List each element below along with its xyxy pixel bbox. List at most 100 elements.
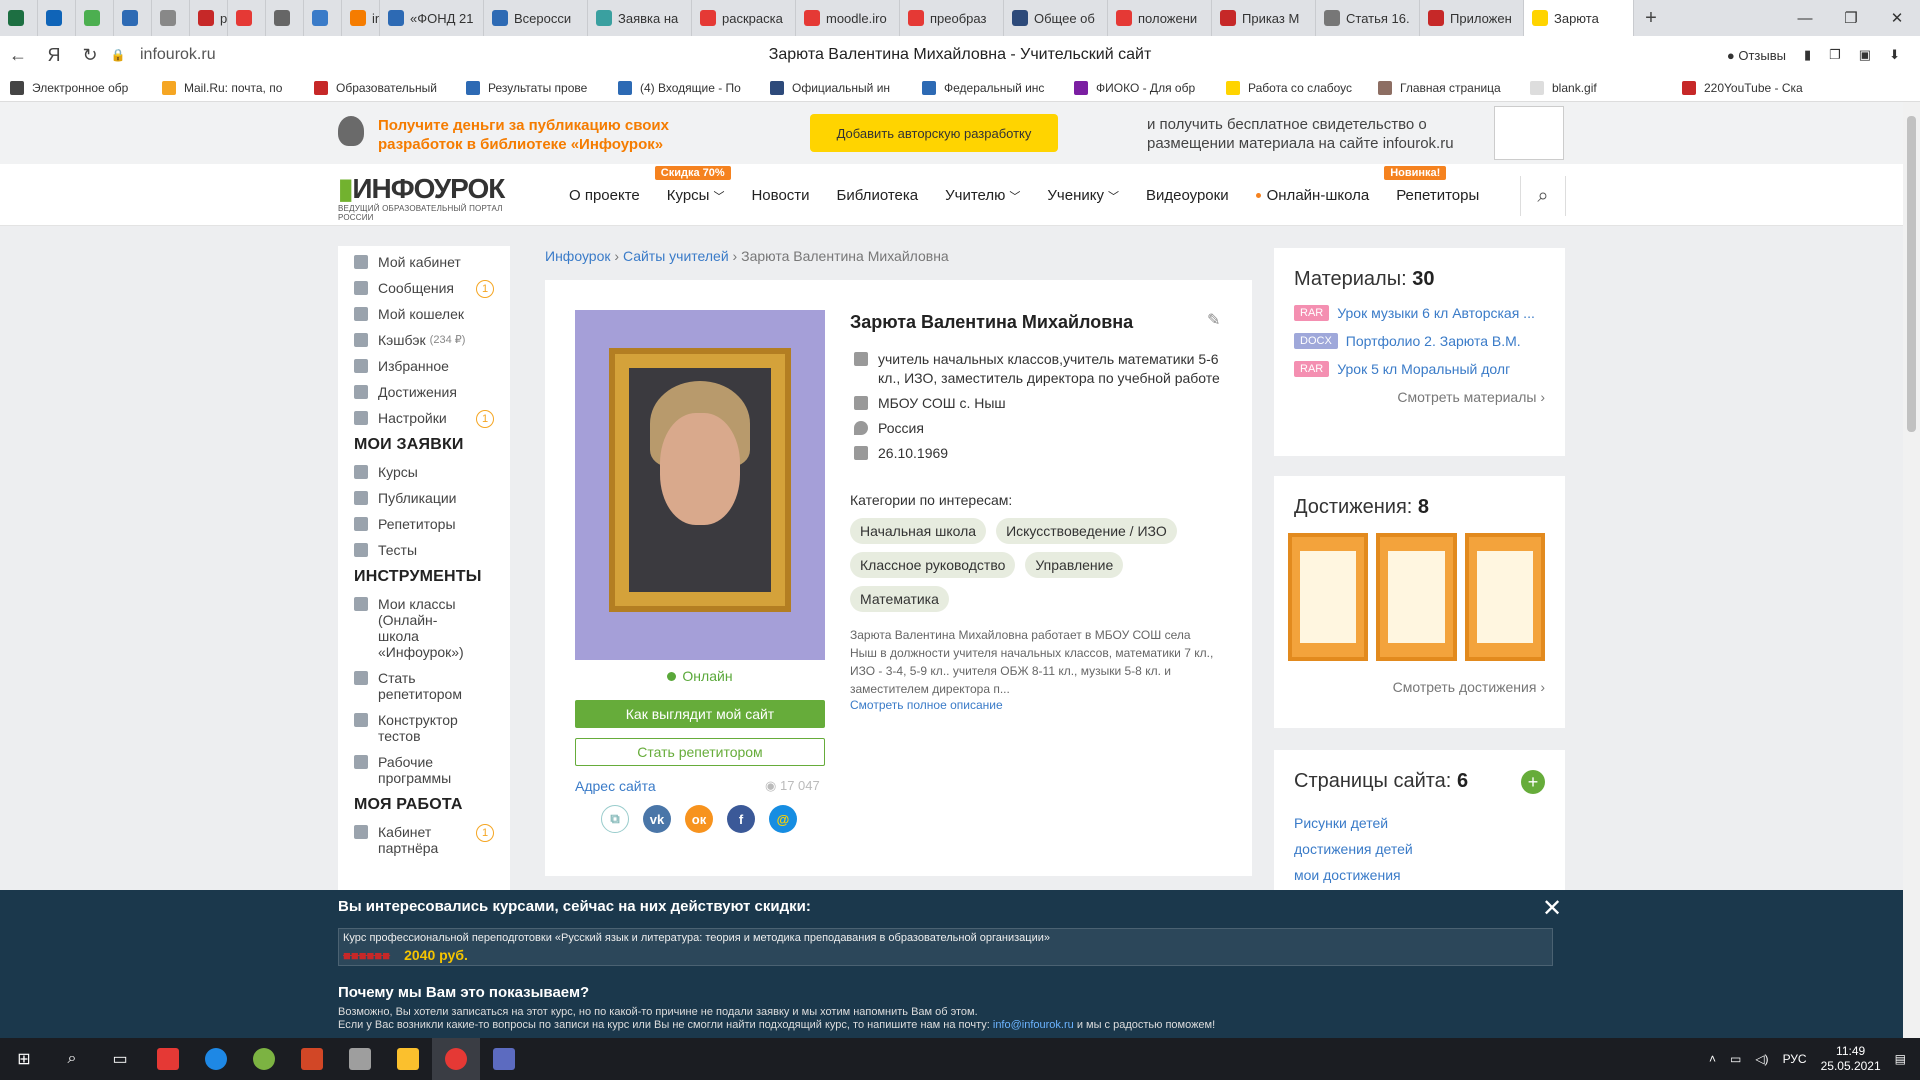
bookmark-item[interactable]: ФИОКО - Для обр	[1074, 80, 1226, 95]
view-achievements-link[interactable]: Смотреть достижения ›	[1294, 679, 1545, 695]
start-icon[interactable]: ⊞	[0, 1038, 48, 1080]
sidebar-item[interactable]: Репетиторы	[354, 516, 510, 532]
edge-icon[interactable]	[192, 1038, 240, 1080]
browser-tab[interactable]: Общее об	[1004, 0, 1108, 36]
task-view-icon[interactable]: ▭	[96, 1038, 144, 1080]
browser-tab[interactable]	[38, 0, 76, 36]
browser-tab[interactable]	[304, 0, 342, 36]
language-indicator[interactable]: РУС	[1783, 1052, 1807, 1066]
facebook-icon[interactable]: f	[727, 805, 755, 833]
browser-tab[interactable]: in	[342, 0, 380, 36]
menu-item[interactable]: Учителю ﹀	[945, 187, 1020, 204]
bookmark-item[interactable]: 220YouTube - Ска	[1682, 80, 1834, 95]
reload-icon[interactable]: ↻	[72, 45, 108, 66]
yandex-app-icon[interactable]	[144, 1038, 192, 1080]
bookmark-item[interactable]: Образовательный	[314, 80, 466, 95]
back-icon[interactable]: ←	[0, 45, 36, 66]
menu-item[interactable]: Библиотека	[837, 187, 919, 204]
bookmark-item[interactable]: Электронное обр	[10, 80, 162, 95]
material-item[interactable]: RAR Урок 5 кл Моральный долг	[1294, 361, 1545, 377]
yandex-icon[interactable]: Я	[36, 45, 72, 66]
achievement-certificate[interactable]	[1288, 533, 1369, 661]
menu-item[interactable]: Ученику ﹀	[1047, 187, 1119, 204]
browser-tab[interactable]: раскраска	[692, 0, 796, 36]
browser-tab[interactable]	[0, 0, 38, 36]
browser-tab[interactable]: pre	[190, 0, 228, 36]
bookmark-item[interactable]: Главная страница	[1378, 80, 1530, 95]
menu-item[interactable]: Новинка! Репетиторы	[1384, 165, 1479, 204]
site-address-link[interactable]: Адрес сайта	[575, 778, 656, 794]
minimize-icon[interactable]: —	[1782, 0, 1828, 36]
sidebar-item[interactable]: Мой кабинет	[354, 254, 510, 270]
url-field[interactable]: infourok.ru	[140, 46, 216, 64]
odnoklassniki-icon[interactable]: ок	[685, 805, 713, 833]
sidebar-item[interactable]: Конструктор тестов	[354, 712, 510, 744]
bookmark-item[interactable]: Федеральный инс	[922, 80, 1074, 95]
search-icon[interactable]: ⌕	[1520, 176, 1566, 216]
bookmark-item[interactable]: Результаты прове	[466, 80, 618, 95]
browser-tab[interactable]: положени	[1108, 0, 1212, 36]
breadcrumb-home[interactable]: Инфоурок	[545, 248, 610, 264]
search-taskbar-icon[interactable]: ⌕	[48, 1038, 96, 1080]
add-page-icon[interactable]: +	[1521, 770, 1545, 794]
browser-tab[interactable]: Зарюта	[1524, 0, 1634, 36]
clock[interactable]: 11:49 25.05.2021	[1821, 1044, 1881, 1074]
menu-item[interactable]: Скидка 70% Курсы ﹀	[654, 165, 731, 204]
notifications-icon[interactable]: ▤	[1895, 1052, 1906, 1066]
close-icon[interactable]: ✕	[1542, 894, 1562, 923]
course-offer[interactable]: Курс профессиональной переподготовки «Ру…	[338, 928, 1553, 966]
page-scrollbar[interactable]	[1903, 102, 1920, 1038]
bookmark-item[interactable]: blank.gif	[1530, 80, 1682, 95]
sidebar-item[interactable]: Кэшбэк (234 ₽)	[354, 332, 510, 348]
sidebar-item[interactable]: Рабочие программы	[354, 754, 510, 786]
infourok-logo[interactable]: ▮ИНФОУРОК ВЕДУЩИЙ ОБРАЗОВАТЕЛЬНЫЙ ПОРТАЛ…	[338, 174, 528, 223]
edit-pencil-icon[interactable]: ✎	[1207, 310, 1220, 330]
sidebar-item[interactable]: Настройки 1	[354, 410, 510, 428]
view-my-site-button[interactable]: Как выглядит мой сайт	[575, 700, 825, 728]
menu-item[interactable]: О проекте	[569, 187, 640, 204]
interest-tag[interactable]: Управление	[1025, 552, 1124, 578]
interest-tag[interactable]: Классное руководство	[850, 552, 1016, 578]
explorer-icon[interactable]	[384, 1038, 432, 1080]
sidebar-item[interactable]: Избранное	[354, 358, 510, 374]
add-material-button[interactable]: Добавить авторскую разработку	[810, 114, 1058, 152]
breadcrumb-teacher-sites[interactable]: Сайты учителей	[623, 248, 729, 264]
collections-icon[interactable]: ❐	[1829, 47, 1841, 63]
copy-link-icon[interactable]: ⧉	[601, 805, 629, 833]
view-materials-link[interactable]: Смотреть материалы ›	[1294, 389, 1545, 405]
browser-tab[interactable]: moodle.iro	[796, 0, 900, 36]
browser-tab[interactable]: Приложен	[1420, 0, 1524, 36]
browser-tab[interactable]: «ФОНД 21	[380, 0, 484, 36]
sidebar-item[interactable]: Курсы	[354, 464, 510, 480]
tray-chevron-icon[interactable]: ˄	[1709, 1052, 1716, 1066]
become-tutor-button[interactable]: Стать репетитором	[575, 738, 825, 766]
sidebar-item[interactable]: Кабинет партнёра 1	[354, 824, 510, 856]
browser-tab[interactable]	[266, 0, 304, 36]
material-item[interactable]: DOCX Портфолио 2. Зарюта В.М.	[1294, 333, 1545, 349]
browser-tab[interactable]: Всеросси	[484, 0, 588, 36]
extensions-icon[interactable]: ▣	[1859, 47, 1871, 63]
sidebar-item[interactable]: Сообщения 1	[354, 280, 510, 298]
interest-tag[interactable]: Искусствоведение / ИЗО	[996, 518, 1177, 544]
sidebar-item[interactable]: Мой кошелек	[354, 306, 510, 322]
volume-icon[interactable]: ◁)	[1755, 1052, 1768, 1066]
site-page-link[interactable]: Рисунки детей	[1294, 815, 1545, 831]
interest-tag[interactable]: Математика	[850, 586, 949, 612]
reviews-button[interactable]: ● Отзывы	[1727, 48, 1786, 63]
store-icon[interactable]	[480, 1038, 528, 1080]
browser-tab[interactable]: Статья 16.	[1316, 0, 1420, 36]
bookmark-item[interactable]: Официальный ин	[770, 80, 922, 95]
app-icon[interactable]	[240, 1038, 288, 1080]
menu-item[interactable]: Новости	[751, 187, 809, 204]
sidebar-item[interactable]: Тесты	[354, 542, 510, 558]
sidebar-item[interactable]: Мои классы (Онлайн-школа «Инфоурок»)	[354, 596, 510, 660]
browser-tab[interactable]	[114, 0, 152, 36]
close-window-icon[interactable]: ✕	[1874, 0, 1920, 36]
yandex-browser-icon[interactable]	[432, 1038, 480, 1080]
download-icon[interactable]: ⬇	[1889, 47, 1900, 63]
site-page-link[interactable]: мои достижения	[1294, 867, 1545, 883]
bookmark-icon[interactable]: ▮	[1804, 47, 1811, 63]
app-icon[interactable]	[336, 1038, 384, 1080]
achievement-certificate[interactable]	[1464, 533, 1545, 661]
bookmark-item[interactable]: (4) Входящие - По	[618, 80, 770, 95]
